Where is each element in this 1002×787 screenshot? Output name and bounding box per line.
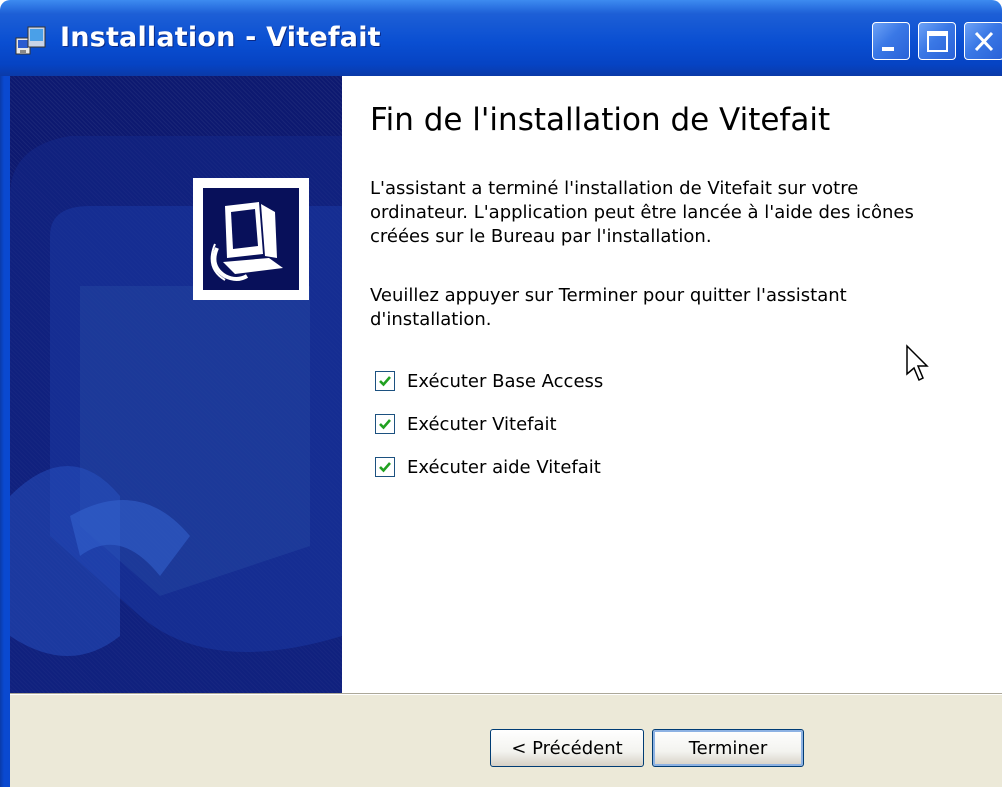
title-bar[interactable]: Installation - Vitefait [0, 0, 1002, 76]
checkbox-run-base-access[interactable] [375, 371, 395, 391]
page-title: Fin de l'installation de Vitefait [370, 102, 831, 138]
close-icon [974, 31, 994, 52]
option-label[interactable]: Exécuter Vitefait [407, 414, 557, 435]
checkbox-run-vitefait[interactable] [375, 414, 395, 434]
close-button[interactable] [964, 22, 1002, 60]
checkmark-icon [379, 462, 391, 473]
checkmark-icon [379, 419, 391, 430]
option-run-vitefait-help[interactable]: Exécuter aide Vitefait [375, 456, 601, 478]
option-run-base-access[interactable]: Exécuter Base Access [375, 370, 603, 392]
checkbox-run-vitefait-help[interactable] [375, 457, 395, 477]
window-border [0, 76, 10, 787]
option-label[interactable]: Exécuter aide Vitefait [407, 457, 601, 478]
finish-button[interactable]: Terminer [652, 729, 804, 767]
installer-icon[interactable] [14, 24, 48, 58]
computer-install-icon [210, 202, 283, 281]
wizard-side-image [10, 76, 342, 693]
maximize-icon [927, 31, 948, 52]
maximize-button[interactable] [918, 22, 956, 60]
setup-logo [193, 178, 309, 300]
mouse-pointer-icon [906, 344, 929, 382]
window-title: Installation - Vitefait [60, 22, 381, 53]
minimize-icon [882, 47, 894, 51]
wizard-content: Fin de l'installation de Vitefait L'assi… [342, 76, 1002, 693]
back-button[interactable]: < Précédent [490, 729, 644, 767]
checkmark-icon [379, 376, 391, 387]
finish-instruction: Veuillez appuyer sur Terminer pour quitt… [370, 285, 847, 330]
installer-window: Installation - Vitefait Fin de l'install… [0, 0, 1002, 787]
completion-message: L'assistant a terminé l'installation de … [370, 178, 914, 247]
option-label[interactable]: Exécuter Base Access [407, 371, 603, 392]
minimize-button[interactable] [872, 22, 910, 60]
side-graphic [10, 136, 342, 693]
option-run-vitefait[interactable]: Exécuter Vitefait [375, 413, 557, 435]
